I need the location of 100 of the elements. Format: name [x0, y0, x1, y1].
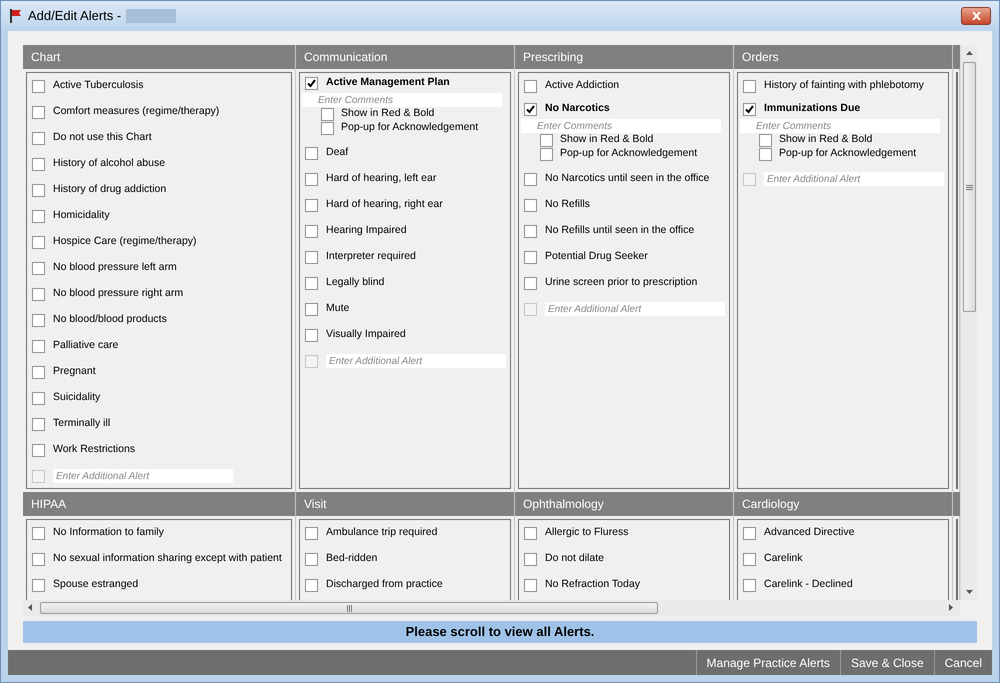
footer-button[interactable]: Cancel: [934, 650, 992, 675]
alert-label: Ambulance trip required: [326, 525, 438, 540]
alert-label: Palliative care: [53, 338, 118, 354]
grip-icon: [346, 604, 352, 612]
checkbox[interactable]: [305, 328, 318, 342]
alert-label: No blood pressure right arm: [53, 286, 184, 302]
alert-label: Pregnant: [53, 364, 96, 380]
alert-label: Hearing Impaired: [326, 223, 407, 238]
section-header: Orders: [734, 45, 953, 69]
checkbox[interactable]: [32, 340, 45, 352]
section-header: Chart: [23, 45, 296, 69]
checkbox[interactable]: [524, 578, 537, 592]
checkbox[interactable]: [524, 80, 537, 92]
alert-label: Do not use this Chart: [53, 130, 152, 146]
checkbox[interactable]: [32, 418, 45, 430]
down-arrow-icon[interactable]: [966, 590, 973, 594]
checkbox[interactable]: [305, 172, 318, 186]
window-title: Add/Edit Alerts -: [28, 7, 122, 26]
checkbox[interactable]: [524, 276, 537, 290]
checkbox[interactable]: [524, 172, 537, 186]
alert-label: Deaf: [326, 145, 348, 160]
checkbox[interactable]: [32, 184, 45, 196]
alert-label: Active Management Plan: [326, 75, 450, 90]
checkbox[interactable]: [524, 552, 537, 566]
option-label: Pop-up for Acknowledgement: [560, 146, 698, 162]
checkbox[interactable]: [305, 198, 318, 212]
checkbox[interactable]: [32, 236, 45, 248]
checkbox[interactable]: [524, 198, 537, 212]
checkbox[interactable]: [540, 148, 553, 160]
checkbox[interactable]: [32, 80, 45, 92]
checkbox[interactable]: [32, 288, 45, 300]
left-arrow-icon[interactable]: [28, 604, 32, 611]
alert-label: Hospice Care (regime/therapy): [53, 234, 197, 250]
checkbox[interactable]: [32, 262, 45, 274]
checkbox[interactable]: [305, 146, 318, 160]
checkbox[interactable]: [32, 392, 45, 404]
checkbox[interactable]: [540, 134, 553, 146]
checkbox[interactable]: [759, 134, 772, 146]
checkbox[interactable]: [743, 102, 756, 116]
checkbox[interactable]: [32, 366, 45, 378]
alert-label: Work Restrictions: [53, 442, 136, 458]
checkbox[interactable]: [321, 122, 334, 134]
comment-field[interactable]: Enter Comments: [521, 119, 721, 133]
section-header: Communication: [296, 45, 515, 69]
footer-button[interactable]: Save & Close: [840, 650, 934, 675]
alert-label: History of alcohol abuse: [53, 156, 166, 172]
checkbox[interactable]: [321, 108, 334, 120]
option-label: Show in Red & Bold: [341, 106, 434, 122]
footer-button[interactable]: Manage Practice Alerts: [696, 650, 840, 675]
comment-field[interactable]: Enter Comments: [740, 119, 940, 133]
checkbox[interactable]: [32, 106, 45, 118]
checkbox[interactable]: [524, 224, 537, 238]
checkbox[interactable]: [743, 526, 756, 540]
alert-label: Comfort measures (regime/therapy): [53, 104, 220, 120]
alert-label: Legally blind: [326, 275, 384, 290]
alert-label: No Refills: [545, 197, 590, 212]
alert-label: Suicidality: [53, 390, 100, 406]
right-arrow-icon[interactable]: [949, 604, 953, 611]
comment-field[interactable]: Enter Comments: [302, 93, 502, 107]
alert-label: Hard of hearing, right ear: [326, 197, 443, 212]
checkbox[interactable]: [743, 578, 756, 592]
checkbox[interactable]: [524, 526, 537, 540]
checkbox[interactable]: [32, 132, 45, 144]
checkbox[interactable]: [743, 80, 756, 92]
alert-label: No Narcotics: [545, 101, 610, 116]
checkbox[interactable]: [305, 526, 318, 540]
checkbox[interactable]: [305, 552, 318, 566]
alert-label: Active Tuberculosis: [53, 78, 144, 94]
checkbox[interactable]: [32, 444, 45, 456]
up-arrow-icon[interactable]: [966, 51, 973, 55]
checkbox[interactable]: [305, 76, 318, 90]
redacted-name: [126, 9, 176, 23]
checkbox[interactable]: [305, 250, 318, 264]
section-header: Prescribing: [515, 45, 734, 69]
alert-label: Allergic to Fluress: [545, 525, 628, 540]
checkbox[interactable]: [32, 552, 45, 566]
alert-label: Terminally ill: [53, 416, 110, 432]
alert-label: Spouse estranged: [53, 577, 138, 592]
alert-label: Hard of hearing, left ear: [326, 171, 436, 186]
checkbox[interactable]: [305, 302, 318, 316]
alert-label: Active Addiction: [545, 78, 620, 94]
checkbox[interactable]: [743, 552, 756, 566]
grip-icon: [966, 184, 973, 190]
checkbox[interactable]: [32, 158, 45, 170]
alert-label: No Information to family: [53, 525, 164, 540]
checkbox[interactable]: [305, 276, 318, 290]
checkbox[interactable]: [32, 526, 45, 540]
checkbox[interactable]: [32, 210, 45, 222]
checkbox[interactable]: [305, 224, 318, 238]
checkbox[interactable]: [524, 102, 537, 116]
alert-label: Carelink: [764, 551, 803, 566]
alert-label: No Narcotics until seen in the office: [545, 171, 710, 186]
checkbox[interactable]: [32, 578, 45, 592]
checkbox[interactable]: [305, 578, 318, 592]
checkbox[interactable]: [524, 250, 537, 264]
checkbox[interactable]: [32, 314, 45, 326]
close-button[interactable]: [961, 7, 991, 25]
checkbox[interactable]: [759, 148, 772, 160]
flag-icon: [9, 9, 23, 23]
alert-label: History of drug addiction: [53, 182, 166, 198]
